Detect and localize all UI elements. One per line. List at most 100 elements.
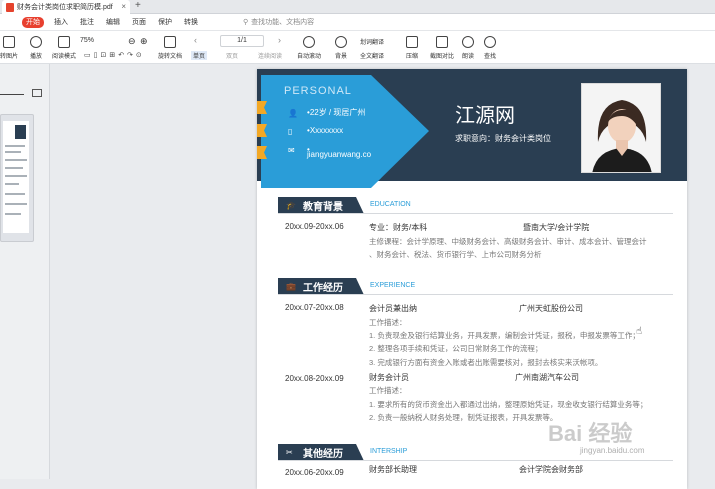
double-page-button[interactable]: 双页 [226,51,238,60]
background-button[interactable]: 背景 [335,36,347,60]
job2-company: 广州南湖汽车公司 [515,373,579,382]
document-tab[interactable]: 财务会计类岗位求职简历模.pdf × [2,0,130,14]
job1-date: 20xx.07-20xx.08 [285,303,344,312]
divider [278,460,673,461]
next-page-icon[interactable]: › [278,35,281,45]
eye-icon [335,36,347,48]
translate-button[interactable]: 划词翻译 [360,37,384,46]
job2-desc-label: 工作描述： [369,386,407,395]
other1-date: 20xx.06-20xx.09 [285,468,344,477]
full-translate-button[interactable]: 全文翻译 [360,51,384,60]
zoom-in-icon[interactable]: ⊕ [140,36,148,47]
divider [278,294,673,295]
age-location-row: 👤 • 22岁 / 现居广州 [288,108,366,118]
speaker-icon [462,36,474,48]
other1-company: 会计学院会财务部 [519,465,583,474]
edu-major: 专业：财务/本科 [369,223,428,232]
continuous-read-button[interactable]: 连续阅读 [258,51,282,60]
rotate-document-button[interactable]: 旋转文档 [158,36,182,60]
job2-desc-2: 2. 负责一般纳税人财务处理，制凭证报表，开具发票等。 [369,413,558,422]
edu-courses-line1: 主修课程：会计学原理、中级财务会计、高级财务会计、审计、成本会计、管理会计 [369,237,647,246]
menu-item-convert[interactable]: 转换 [184,17,198,27]
edu-date: 20xx.09-20xx.06 [285,222,344,231]
hand-cursor-icon: ☝ [636,326,643,337]
scroll-icon [303,36,315,48]
watermark-url: jingyan.baidu.com [580,446,645,455]
job1-role: 会计员兼出纳 [369,304,417,313]
rotate-icon [164,36,176,48]
job-objective: 求职意向：财务会计类岗位 [455,134,551,143]
edu-courses-line2: 、财务会计、税法、货币银行学、上市公司财务分析 [369,250,542,259]
compress-button[interactable]: 压缩 [406,36,418,60]
tab-title: 财务会计类岗位求职简历模.pdf [17,4,113,11]
menu-item-edit[interactable]: 编辑 [106,17,120,27]
play-icon [30,36,42,48]
baidu-watermark: Bai 经验 [548,421,633,446]
to-image-button[interactable]: 转图片 [0,36,18,60]
pdf-icon [6,2,14,12]
menu-bar: 开始 插入 批注 编辑 页面 保护 转换 ⚲ 查找功能、文档内容 [0,14,715,31]
screenshot-compare-button[interactable]: 截图对比 [430,36,454,60]
portrait-image [582,84,660,172]
function-search[interactable]: ⚲ 查找功能、文档内容 [243,17,314,27]
tools-icon: ✂ [286,448,293,457]
job1-desc-2: 2. 整理各项手续和凭证，公司日常财务工作的流程； [369,344,543,353]
job2-date: 20xx.08-20xx.09 [285,374,344,383]
personal-heading: PERSONAL [284,85,352,97]
email-text: jiangyuanwang.co [307,150,372,159]
job1-company: 广州天虹股份公司 [519,304,583,313]
compress-icon [406,36,418,48]
page-thumbnail[interactable] [0,114,34,242]
divider [278,213,673,214]
search-placeholder: 查找功能、文档内容 [251,19,315,26]
magnifier-icon [484,36,496,48]
zoom-select[interactable]: 75% [80,37,114,47]
screenshot-icon [436,36,448,48]
menu-item-annotate[interactable]: 批注 [80,17,94,27]
thumbnail-photo [15,125,26,139]
new-tab-button[interactable]: + [135,0,141,11]
phone-row: ▯ • Xxxxxxxx [288,126,344,136]
job1-desc-3: 3. 完成银行方面有资金入账或者出账需要核对，报封去核实来沃帐项。 [369,358,603,367]
edu-school: 暨南大学/会计学院 [523,223,590,232]
view-icons[interactable]: ▭▯⊡⊞↶↷⊙ [84,51,145,59]
page-number-input[interactable]: 1/1 [220,35,264,47]
menu-item-insert[interactable]: 插入 [54,17,68,27]
read-mode-button[interactable]: 阅读模式 [52,36,76,60]
single-page-button[interactable]: 单页 [191,51,208,60]
vertical-scrollbar[interactable] [705,64,715,479]
job1-desc-1: 1. 负责现金及银行结算业务，开具发票，编制会计凭证，报税，申报发票等工作； [369,331,640,340]
thumbnail-sidebar [0,64,50,479]
search-icon: ⚲ [243,19,249,26]
experience-section-header: 💼 工作经历 EXPERIENCE [278,278,673,295]
briefcase-icon: 💼 [286,282,296,291]
divider [0,94,24,95]
close-icon[interactable]: × [121,2,126,11]
user-icon: 👤 [288,108,298,118]
find-button[interactable]: 查找 [484,36,496,60]
education-section-header: 🎓 教育背景 EDUCATION [278,197,673,214]
mail-icon: ✉ [288,145,295,155]
toolbar: 转图片 播放 阅读模式 75% ⊖ ⊕ ▭▯⊡⊞↶↷⊙ 旋转文档 ‹ 1/1 ›… [0,31,715,64]
phone-icon: ▯ [288,126,293,136]
play-button[interactable]: 播放 [30,36,42,60]
menu-item-protect[interactable]: 保护 [158,17,172,27]
image-icon [3,36,15,48]
graduation-cap-icon: 🎓 [286,201,296,210]
thumbnail-view-icon[interactable] [32,89,42,97]
candidate-name: 江源网 [455,105,515,127]
thumbnail-page [3,121,29,233]
menu-item-page[interactable]: 页面 [132,17,146,27]
zoom-out-icon[interactable]: ⊖ [128,36,136,47]
job2-role: 财务会计员 [369,373,409,382]
prev-page-icon[interactable]: ‹ [194,35,197,45]
book-icon [58,36,70,48]
job2-desc-1: 1. 要求所有的货币资金出入都通过出纳，整理原始凭证，现金收支银行结算业务等； [369,400,648,409]
auto-scroll-button[interactable]: 自动滚动 [297,36,321,60]
menu-item-start[interactable]: 开始 [22,17,44,28]
other1-role: 财务部长助理 [369,465,417,474]
title-bar: 财务会计类岗位求职简历模.pdf × + [0,0,715,14]
read-aloud-button[interactable]: 朗读 [462,36,474,60]
job1-desc-label: 工作描述： [369,318,407,327]
profile-photo [581,83,661,173]
